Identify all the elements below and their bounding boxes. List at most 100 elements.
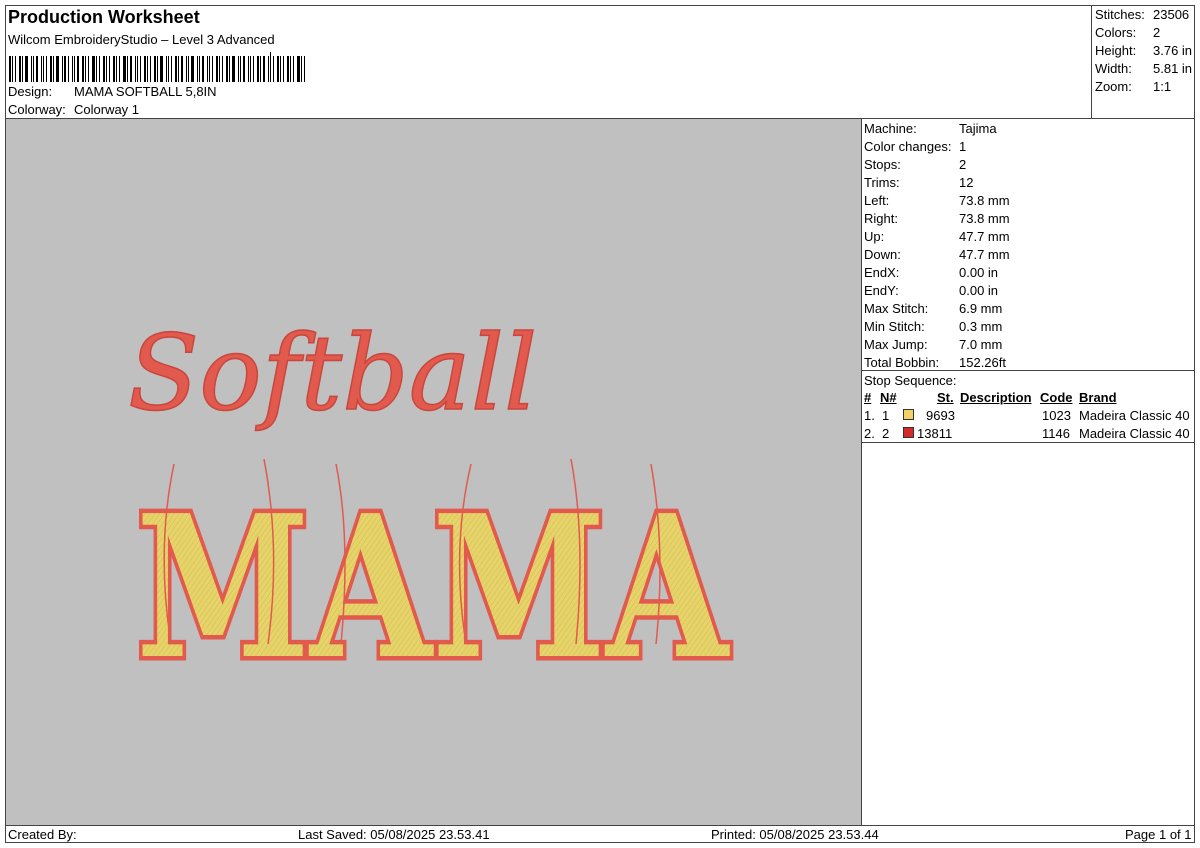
barcode-bar <box>257 56 259 82</box>
barcode-bar <box>197 56 198 82</box>
barcode-bar <box>160 56 163 82</box>
barcode-bar <box>144 56 146 82</box>
barcode-bar <box>181 56 183 82</box>
zoom-label: Zoom: <box>1095 79 1132 94</box>
barcode-bar <box>147 56 148 82</box>
stitches-label: Stitches: <box>1095 7 1145 22</box>
barcode-bar <box>202 56 204 82</box>
barcode-bar <box>36 56 38 82</box>
design-preview-canvas: Softball MAMA <box>6 119 861 825</box>
page-number: Page 1 of 1 <box>1125 827 1192 842</box>
color-swatch <box>903 409 914 420</box>
barcode-bar <box>304 56 305 82</box>
barcode-bar <box>178 56 179 82</box>
barcode-bar <box>301 56 302 82</box>
stop-needle: 1 <box>882 408 890 423</box>
printed-date: Printed: 05/08/2025 23.53.44 <box>711 827 879 842</box>
barcode-bar <box>130 56 132 82</box>
barcode-bar <box>15 56 16 82</box>
stitches-row: Stitches: 23506 <box>1095 7 1189 22</box>
barcode-bar <box>99 56 100 82</box>
barcode-bar <box>109 56 110 82</box>
col-header-brand: Brand <box>1079 390 1117 405</box>
barcode-bar <box>41 56 42 82</box>
width-label: Width: <box>1095 61 1132 76</box>
col-header-stitches: St. <box>937 390 954 405</box>
barcode-bar <box>290 56 291 82</box>
details-panel: Machine: Tajima Color changes: 1 Stops: 2 T… <box>862 119 1195 825</box>
barcode-bar <box>175 56 177 82</box>
stop-sequence-divider <box>862 370 1195 371</box>
total-bobbin-label: Total Bobbin: <box>864 355 940 370</box>
colors-row: Colors: 2 <box>1095 25 1160 40</box>
machine-label: Machine: <box>864 121 917 136</box>
barcode-bar <box>113 56 115 82</box>
color-changes-label: Color changes: <box>864 139 952 154</box>
barcode-bar <box>270 52 271 82</box>
barcode-bar <box>277 56 279 82</box>
right-row: Right: 73.8 mm <box>864 211 1010 226</box>
barcode-bar <box>209 56 210 82</box>
block-word: MAMA <box>136 473 730 703</box>
last-saved: Last Saved: 05/08/2025 23.53.41 <box>298 827 490 842</box>
barcode-bar <box>22 56 23 82</box>
stops-value: 2 <box>959 157 967 172</box>
left-value: 73.8 mm <box>959 193 1010 208</box>
zoom-row: Zoom: 1:1 <box>1095 79 1171 94</box>
barcode-bar <box>268 56 269 82</box>
min-stitch-row: Min Stitch: 0.3 mm <box>864 319 1002 334</box>
barcode-bar <box>186 56 187 82</box>
barcode-bar <box>106 56 107 82</box>
barcode-bar <box>33 56 34 82</box>
barcode-bar <box>25 56 28 82</box>
barcode-bar <box>171 56 172 82</box>
barcode-bar <box>243 56 245 82</box>
barcode-bar <box>72 56 73 82</box>
stitches-value: 23506 <box>1153 7 1190 22</box>
barcode-bar <box>260 56 261 82</box>
script-word: Softball <box>128 312 537 434</box>
zoom-value: 1:1 <box>1153 79 1172 94</box>
barcode-bar <box>31 56 32 82</box>
barcode-bar <box>168 56 169 82</box>
barcode-bar <box>96 56 97 82</box>
barcode-bar <box>62 56 63 82</box>
barcode-bar <box>191 56 194 82</box>
stop-code: 1146 <box>1042 426 1070 441</box>
endy-value: 0.00 in <box>959 283 999 298</box>
design-value: MAMA SOFTBALL 5,8IN <box>74 84 217 99</box>
min-stitch-value: 0.3 mm <box>959 319 1003 334</box>
down-row: Down: 47.7 mm <box>864 247 1010 262</box>
barcode-bar <box>140 56 141 82</box>
down-label: Down: <box>864 247 901 262</box>
barcode-bar <box>222 56 223 82</box>
barcode-bar <box>77 56 79 82</box>
barcode-bar <box>68 56 69 82</box>
barcode-bar <box>92 56 95 82</box>
barcode-bar <box>43 56 44 82</box>
barcode-bar <box>88 56 89 82</box>
max-stitch-value: 6.9 mm <box>959 301 1003 316</box>
barcode-bar <box>116 56 117 82</box>
barcode-bar <box>166 56 167 82</box>
endy-row: EndY: 0.00 in <box>864 283 998 298</box>
max-jump-row: Max Jump: 7.0 mm <box>864 337 1002 352</box>
barcode-bar <box>207 56 208 82</box>
design-label: Design: <box>8 84 53 99</box>
barcode-bar <box>263 56 265 82</box>
col-header-description: Description <box>960 390 1032 405</box>
up-row: Up: 47.7 mm <box>864 229 1010 244</box>
barcode-bar <box>127 56 128 82</box>
barcode-bar <box>287 56 289 82</box>
barcode-bar <box>150 56 151 82</box>
barcode-bar <box>157 56 158 82</box>
left-label: Left: <box>864 193 890 208</box>
machine-value: Tajima <box>959 121 997 136</box>
max-jump-label: Max Jump: <box>864 337 928 352</box>
col-header-needle: N# <box>880 390 897 405</box>
width-row: Width: 5.81 in <box>1095 61 1192 76</box>
height-label: Height: <box>1095 43 1137 58</box>
machine-row: Machine: Tajima <box>864 121 997 136</box>
worksheet-header: Production Worksheet Wilcom EmbroiderySt… <box>5 5 1091 119</box>
stop-code: 1023 <box>1042 408 1071 423</box>
